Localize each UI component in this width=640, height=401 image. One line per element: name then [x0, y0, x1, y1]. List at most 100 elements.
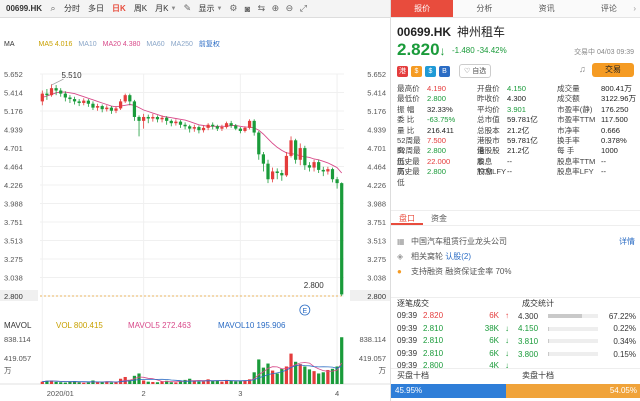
candle-body [197, 127, 201, 131]
stock-name: 神州租车 [457, 25, 506, 39]
display-label: 显示 [198, 4, 215, 13]
quote-value: -63.75% [427, 115, 456, 125]
search-icon[interactable]: ⌕ [46, 0, 60, 18]
quote-value: 0.666 [601, 125, 621, 135]
quote-value: 7.500 [427, 135, 447, 145]
price-change: -1.480 -34.42% [452, 46, 507, 55]
tab-quote[interactable]: 报价 [391, 0, 454, 17]
quote-key: 市盈率(静) [557, 104, 593, 114]
industry-row[interactable]: ▦ 中国汽车租赁行业龙头公司 详情 [397, 234, 635, 248]
gear-icon[interactable]: ⚙ [226, 0, 240, 18]
quote-key: 历史最高 [397, 156, 420, 177]
volume-bar [257, 359, 261, 384]
candle-body [211, 124, 215, 127]
ma60-value[interactable]: MA60 [146, 41, 164, 48]
candle-body [114, 108, 118, 111]
tick-price: 2.810 [423, 348, 444, 358]
candle-body [307, 165, 312, 168]
tick-price: 2.810 [423, 323, 444, 333]
tab-analysis[interactable]: 分析 [453, 0, 515, 17]
stat-list[interactable]: 4.300 67.22% 4.150 0.22% 3.810 0.34% 3.800 0.15… [518, 310, 636, 360]
buy-ladder-title[interactable]: 买盘十档 [391, 369, 516, 382]
stat-row: 4.150 0.22% [518, 323, 636, 336]
quote-value: 2.800 [427, 167, 447, 177]
quote-key: 委 比 [397, 115, 415, 125]
quote-cell: 历史最高 22.000 [397, 156, 477, 177]
ma250-value[interactable]: MA250 [171, 41, 193, 48]
tab-news[interactable]: 资讯 [516, 0, 578, 17]
candle-body [280, 173, 284, 176]
details-link[interactable]: 详情 [619, 236, 635, 247]
tab-comments[interactable]: 评论 › [578, 0, 640, 17]
ma10-value[interactable]: MA10 [78, 41, 96, 48]
candle-body [174, 121, 178, 124]
tab-monthly-k[interactable]: 月K ▼ [151, 0, 180, 18]
warrant-link[interactable]: 认股(2) [445, 251, 471, 262]
fullscreen-icon[interactable]: ⤢ [296, 0, 310, 18]
quote-value: -- [507, 156, 513, 166]
mavol5-value: MAVOL5 272.463 [128, 321, 192, 330]
tab-capital[interactable]: 资金 [423, 211, 455, 225]
price-tick-left: 3.513 [4, 237, 23, 246]
tick-list[interactable]: 09:39 2.820 6K ↑ 09:39 2.810 38K ↓ 09:39 2.810 6K ↓… [397, 310, 512, 373]
tick-price: 2.820 [423, 311, 444, 320]
add-watchlist-button[interactable]: ♡ 自选 [459, 64, 492, 78]
quote-key: 每 手 [557, 146, 575, 156]
section-tabs: 盘口 资金 [391, 210, 640, 226]
close-icon[interactable]: › [633, 0, 636, 18]
bell-icon[interactable]: ♫ [579, 64, 586, 74]
compare-icon[interactable]: ⇆ [254, 0, 268, 18]
quote-cell: 市净率 0.666 [557, 126, 637, 136]
tab-weekly-k[interactable]: 周K [130, 0, 151, 18]
quote-row: 委 比 -63.75% 总市值 59.781亿 市盈率TTM 117.500 [397, 115, 637, 125]
tab-orderbook[interactable]: 盘口 [391, 211, 423, 225]
trade-button[interactable]: 交易 [592, 63, 634, 77]
last-price-value: 2.820 [397, 40, 440, 59]
short-icon: $ [425, 65, 436, 77]
volume-bar [326, 369, 330, 384]
volume-bar [59, 382, 63, 384]
candle-body [298, 148, 302, 160]
quote-value: 4.300 [507, 94, 527, 104]
quote-row: 振 幅 32.33% 平均价 3.901 市盈率(静) 176.250 [397, 105, 637, 115]
candle-body [123, 95, 127, 102]
draw-tool-icon[interactable]: ✎ [180, 0, 194, 18]
zoom-in-icon[interactable]: ⊕ [268, 0, 282, 18]
quote-value: 3122.96万 [601, 94, 637, 104]
warrant-row[interactable]: ◈ 相关窝轮 认股(2) [397, 249, 635, 263]
volume-bar [82, 382, 86, 384]
adjust-mode[interactable]: 前复权 [199, 39, 220, 49]
ma-line [42, 91, 343, 174]
volume-bar [174, 382, 178, 384]
stat-row: 3.810 0.34% [518, 335, 636, 348]
sell-ladder-title[interactable]: 卖盘十档 [516, 369, 640, 382]
zoom-out-icon[interactable]: ⊖ [282, 0, 296, 18]
tab-intraday[interactable]: 分时 [60, 0, 84, 18]
quote-key: 开盘价 [477, 84, 500, 93]
quote-cell: 市盈率(静) 176.250 [557, 105, 637, 115]
quote-key: 成交额 [557, 94, 580, 104]
symbol-label[interactable]: 00699.HK [0, 0, 46, 18]
camera-icon[interactable]: ◙ [240, 0, 254, 18]
kline-chart[interactable]: 5.652 5.652 5.414 5.414 5.176 5.176 4.939 4.939… [0, 50, 390, 400]
ma5-value[interactable]: MA5 4.016 [39, 41, 73, 48]
tab-comments-label: 评论 [600, 4, 617, 13]
volume-bar [303, 366, 307, 384]
price-tick-right: 3.038 [367, 274, 386, 283]
tab-daily-k[interactable]: 日K [108, 0, 130, 18]
badge-row: 港 $ $ B ♡ 自选 [397, 64, 492, 78]
ma20-value[interactable]: MA20 4.380 [103, 41, 141, 48]
display-menu[interactable]: 显示 ▼ [194, 0, 226, 18]
chevron-down-icon: ▼ [216, 5, 223, 12]
quote-cell: 股息TTM -- [477, 156, 557, 176]
volume-bar [151, 381, 155, 384]
trade-status: 交易中 04/03 09:39 [574, 49, 634, 56]
tab-multiday[interactable]: 多日 [84, 0, 108, 18]
chart-toolbar: 00699.HK ⌕ 分时 多日 日K 周K 月K ▼ ✎ 显示 ▼ ⚙ ◙ ⇆ ⊕… [0, 0, 390, 18]
quote-cell: 委 比 -63.75% [397, 115, 477, 125]
tab-monthly-k-label: 月K [155, 4, 169, 13]
quote-grid: 最高价 4.190 开盘价 4.150 成交量 800.41万 最低价 2.800 昨收价 4.3… [397, 84, 637, 187]
date-tick: 3 [238, 389, 242, 398]
tick-time: 09:39 [397, 323, 418, 333]
volume-bar [238, 381, 242, 384]
